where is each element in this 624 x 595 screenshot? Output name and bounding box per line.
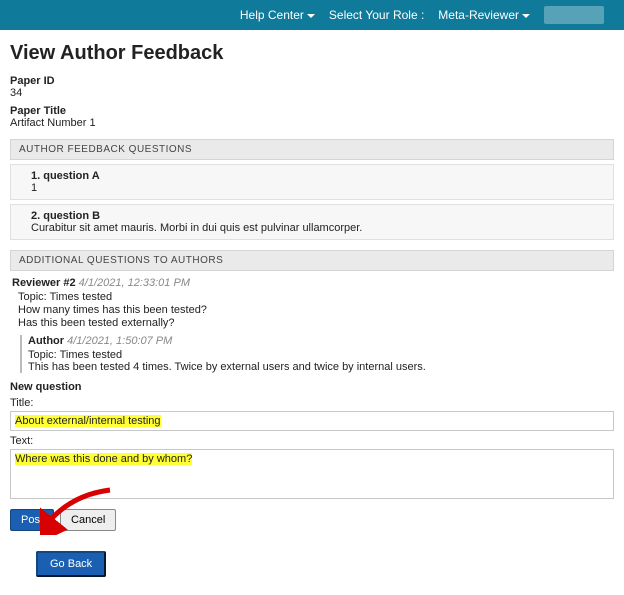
discussion-thread: Reviewer #2 4/1/2021, 12:33:01 PM Topic:… [10,271,614,373]
title-field-label: Title: [10,397,614,409]
new-question-form: New question Title: About external/inter… [10,381,614,531]
reviewer-timestamp: 4/1/2021, 12:33:01 PM [79,277,190,289]
chevron-down-icon [307,14,315,18]
role-dropdown[interactable]: Meta-Reviewer [438,8,530,22]
role-label: Select Your Role : [329,8,424,22]
topic-label: Topic: [28,349,57,361]
topic-value: Times tested [60,349,123,361]
form-buttons: Post Cancel [10,509,614,531]
topic-value: Times tested [50,291,113,303]
topic-label: Topic: [18,291,47,303]
cancel-button[interactable]: Cancel [60,509,116,531]
author-label: Author [28,335,64,347]
go-back-button[interactable]: Go Back [36,551,106,577]
chevron-down-icon [522,14,530,18]
reviewer-body-line: Has this been tested externally? [18,317,614,329]
author-timestamp: 4/1/2021, 1:50:07 PM [67,335,172,347]
feedback-question-item: 2. question B Curabitur sit amet mauris.… [10,204,614,240]
answer-text: 1 [31,182,603,194]
paper-id-value: 34 [10,87,614,99]
post-button[interactable]: Post [10,509,54,531]
paper-title-label: Paper Title [10,105,614,117]
help-center-link[interactable]: Help Center [240,8,315,22]
text-input[interactable]: Where was this done and by whom? [10,449,614,499]
section-author-feedback: AUTHOR FEEDBACK QUESTIONS [10,139,614,160]
title-input[interactable]: About external/internal testing [10,411,614,431]
top-nav: Help Center Select Your Role : Meta-Revi… [0,0,624,30]
feedback-question-item: 1. question A 1 [10,164,614,200]
author-reply: Author 4/1/2021, 1:50:07 PM Topic: Times… [20,335,614,373]
author-body: This has been tested 4 times. Twice by e… [28,361,614,373]
reviewer-label: Reviewer #2 [12,277,76,289]
section-additional-questions: ADDITIONAL QUESTIONS TO AUTHORS [10,250,614,271]
title-input-value: About external/internal testing [15,415,161,427]
question-text: 1. question A [31,170,603,182]
question-text: 2. question B [31,210,603,222]
paper-title-value: Artifact Number 1 [10,117,614,129]
text-field-label: Text: [10,435,614,447]
paper-id-label: Paper ID [10,75,614,87]
help-center-label: Help Center [240,8,304,22]
new-question-label: New question [10,381,614,393]
role-value: Meta-Reviewer [438,8,519,22]
reviewer-body-line: How many times has this been tested? [18,304,614,316]
page-title: View Author Feedback [10,42,614,65]
user-menu[interactable] [544,6,604,24]
answer-text: Curabitur sit amet mauris. Morbi in dui … [31,222,603,234]
text-input-value: Where was this done and by whom? [15,453,192,465]
